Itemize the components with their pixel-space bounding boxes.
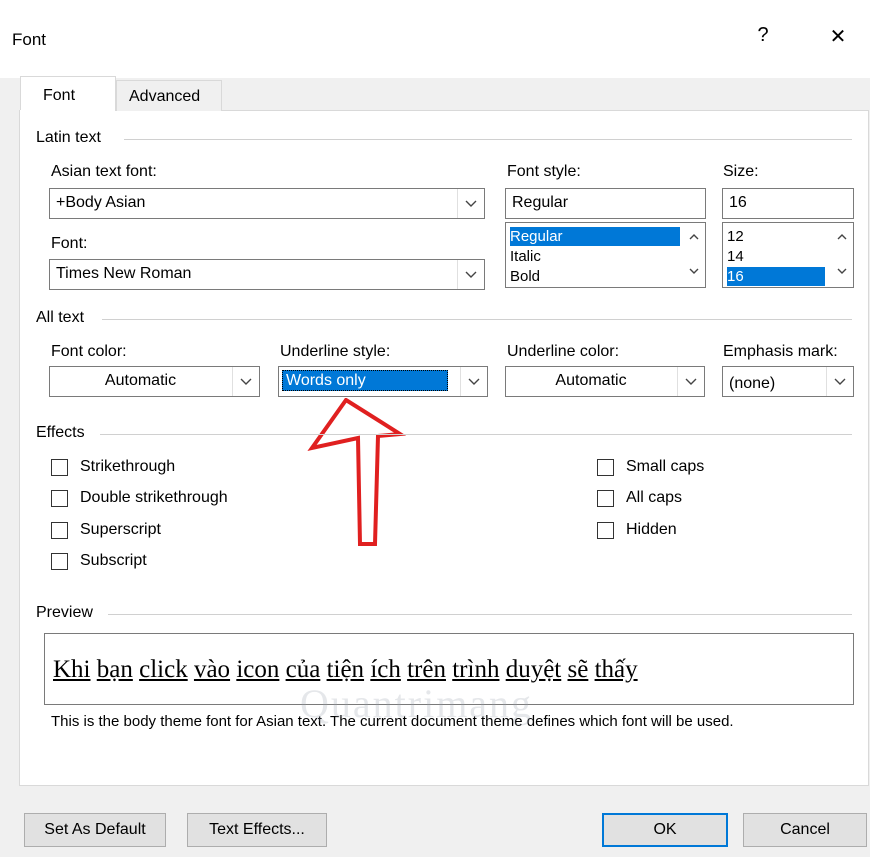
double-strikethrough-label: Double strikethrough	[80, 489, 228, 506]
annotation-arrow-icon	[307, 398, 407, 546]
tab-font[interactable]: Font	[20, 76, 116, 111]
font-value: Times New Roman	[56, 265, 192, 282]
underline-style-combo[interactable]: Words only	[278, 366, 488, 397]
emphasis-mark-combo[interactable]: (none)	[722, 366, 854, 397]
preview-word: trên	[407, 656, 446, 683]
preview-word: Khi	[53, 656, 91, 683]
strikethrough-checkbox[interactable]	[51, 459, 68, 476]
dropdown-arrow-icon[interactable]	[232, 367, 259, 396]
all-caps-checkbox[interactable]	[597, 490, 614, 507]
tab-advanced[interactable]: Advanced	[116, 80, 222, 111]
preview-word: ích	[370, 656, 401, 683]
list-item[interactable]: Italic	[510, 247, 541, 266]
preview-word: trình	[452, 656, 500, 683]
font-style-scrollbar[interactable]	[683, 223, 705, 287]
font-style-input[interactable]: Regular	[505, 188, 706, 219]
small-caps-checkbox[interactable]	[597, 459, 614, 476]
scroll-down-icon[interactable]	[689, 268, 699, 275]
font-style-label: Font style:	[507, 163, 581, 180]
preview-word: bạn	[96, 656, 133, 683]
dropdown-arrow-icon[interactable]	[826, 367, 853, 396]
dropdown-arrow-icon[interactable]	[457, 260, 484, 289]
underline-color-combo[interactable]: Automatic	[505, 366, 705, 397]
list-item[interactable]: 14	[727, 247, 744, 266]
preview-word: tiện	[326, 656, 365, 683]
size-label: Size:	[723, 163, 759, 180]
preview-word: thấy	[594, 656, 638, 683]
list-item[interactable]: Regular	[510, 227, 680, 246]
effects-divider	[100, 434, 852, 435]
title-bar	[0, 0, 870, 78]
cancel-button[interactable]: Cancel	[743, 813, 867, 847]
superscript-label: Superscript	[80, 521, 161, 538]
underline-color-label: Underline color:	[507, 343, 620, 360]
tab-advanced-label: Advanced	[129, 88, 201, 105]
preview-word: sẽ	[567, 656, 589, 683]
size-input[interactable]: 16	[722, 188, 854, 219]
scroll-up-icon[interactable]	[837, 233, 847, 240]
font-color-combo[interactable]: Automatic	[49, 366, 260, 397]
text-effects-button[interactable]: Text Effects...	[187, 813, 327, 847]
ok-button[interactable]: OK	[602, 813, 728, 847]
all-caps-label: All caps	[626, 489, 683, 506]
asian-font-value: +Body Asian	[56, 194, 146, 211]
help-button[interactable]: ?	[743, 24, 783, 47]
underline-style-label: Underline style:	[280, 343, 391, 360]
dropdown-arrow-icon[interactable]	[460, 367, 487, 396]
preview-word: duyệt	[505, 656, 562, 683]
tab-font-label: Font	[43, 87, 76, 104]
list-item[interactable]: 12	[727, 227, 744, 246]
asian-font-label: Asian text font:	[51, 163, 157, 180]
latin-text-group-label: Latin text	[36, 129, 101, 146]
emphasis-mark-value: (none)	[729, 375, 776, 392]
small-caps-label: Small caps	[626, 458, 705, 475]
dropdown-arrow-icon[interactable]	[457, 189, 484, 218]
scroll-up-icon[interactable]	[689, 233, 699, 240]
watermark: Quantrimang	[300, 681, 534, 726]
preview-divider	[108, 614, 852, 615]
preview-word: click	[139, 656, 188, 683]
latin-text-divider	[124, 139, 852, 140]
scroll-down-icon[interactable]	[837, 268, 847, 275]
underline-style-value: Words only	[282, 370, 448, 391]
strikethrough-label: Strikethrough	[80, 458, 176, 475]
preview-group-label: Preview	[36, 604, 93, 621]
close-button[interactable]: ✕	[818, 24, 858, 49]
emphasis-mark-label: Emphasis mark:	[723, 343, 838, 360]
list-item[interactable]: Bold	[510, 267, 540, 286]
font-label: Font:	[51, 235, 88, 252]
preview-word: vào	[193, 656, 231, 683]
font-style-list[interactable]: Regular Italic Bold	[505, 222, 706, 288]
size-list[interactable]: 12 14 16	[722, 222, 854, 288]
set-as-default-button[interactable]: Set As Default	[24, 813, 166, 847]
dialog-title: Font	[12, 30, 47, 49]
subscript-checkbox[interactable]	[51, 553, 68, 570]
all-text-group-label: All text	[36, 309, 85, 326]
tab-join	[20, 110, 115, 112]
font-combo[interactable]: Times New Roman	[49, 259, 485, 290]
font-color-label: Font color:	[51, 343, 127, 360]
dropdown-arrow-icon[interactable]	[677, 367, 704, 396]
all-text-divider	[102, 319, 852, 320]
double-strikethrough-checkbox[interactable]	[51, 490, 68, 507]
subscript-label: Subscript	[80, 552, 147, 569]
list-item[interactable]: 16	[727, 267, 825, 286]
preview-word: của	[285, 656, 321, 683]
asian-font-combo[interactable]: +Body Asian	[49, 188, 485, 219]
preview-word: icon	[236, 656, 280, 683]
effects-group-label: Effects	[36, 424, 85, 441]
superscript-checkbox[interactable]	[51, 522, 68, 539]
font-color-value: Automatic	[104, 372, 177, 389]
hidden-label: Hidden	[626, 521, 677, 538]
size-scrollbar[interactable]	[831, 223, 853, 287]
hidden-checkbox[interactable]	[597, 522, 614, 539]
underline-color-value: Automatic	[555, 372, 627, 389]
